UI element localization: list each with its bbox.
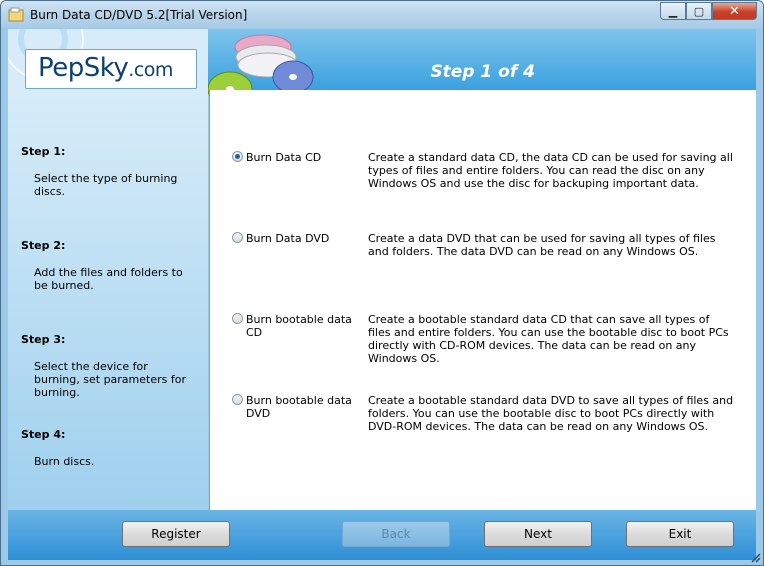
option-description: Create a standard data CD, the data CD c… — [368, 151, 733, 190]
step-4: Step 4: Burn discs. — [21, 428, 94, 468]
logo-suffix-text: .com — [128, 59, 173, 81]
step-title: Step 1 of 4 — [430, 62, 535, 82]
step-4-desc: Burn discs. — [34, 455, 95, 468]
step-3-desc: Select the device for burning, set param… — [34, 360, 186, 399]
step-2: Step 2: Add the files and folders to be … — [21, 239, 183, 292]
option-label[interactable]: Burn Data DVD — [246, 232, 358, 245]
app-window: Burn Data CD/DVD 5.2[Trial Version] ▁ ▢ … — [0, 0, 764, 566]
radio-burn-data-dvd[interactable] — [232, 232, 243, 243]
next-button[interactable]: Next — [484, 521, 592, 547]
minimize-icon[interactable]: ▁ — [660, 2, 686, 20]
resize-grip-icon[interactable] — [749, 551, 761, 563]
window-title: Burn Data CD/DVD 5.2[Trial Version] — [30, 8, 248, 22]
step-2-desc: Add the files and folders to be burned. — [34, 266, 183, 292]
step-3: Step 3: Select the device for burning, s… — [21, 333, 186, 399]
window-controls: ▁ ▢ ✕ — [660, 2, 757, 20]
maximize-icon[interactable]: ▢ — [686, 2, 712, 20]
option-description: Create a data DVD that can be used for s… — [368, 232, 716, 258]
button-bar: Register Back Next Exit — [8, 510, 756, 560]
logo-main-text: PepSky — [38, 53, 129, 83]
header-banner: PepSky.com Step 1 of 4 — [8, 29, 756, 107]
logo: PepSky.com — [25, 49, 197, 89]
app-icon — [8, 7, 24, 22]
radio-burn-bootable-cd[interactable] — [232, 313, 243, 324]
title-bar[interactable]: Burn Data CD/DVD 5.2[Trial Version] ▁ ▢ … — [1, 1, 763, 28]
register-button[interactable]: Register — [122, 521, 230, 547]
logo-area: PepSky.com — [8, 29, 208, 90]
option-description: Create a bootable standard data DVD to s… — [368, 394, 734, 433]
step-4-title: Step 4: — [21, 428, 66, 441]
option-label[interactable]: Burn bootable data DVD — [246, 394, 358, 420]
step-3-title: Step 3: — [21, 333, 66, 346]
step-1-desc: Select the type of burning discs. — [34, 172, 178, 198]
step-2-title: Step 2: — [21, 239, 66, 252]
back-button[interactable]: Back — [342, 521, 450, 547]
step-1: Step 1: Select the type of burning discs… — [21, 145, 177, 198]
steps-sidebar: Step 1: Select the type of burning discs… — [8, 90, 208, 510]
step-1-title: Step 1: — [21, 145, 66, 158]
close-icon[interactable]: ✕ — [712, 2, 757, 20]
radio-burn-bootable-dvd[interactable] — [232, 394, 243, 405]
radio-burn-data-cd[interactable] — [232, 151, 243, 162]
exit-button[interactable]: Exit — [626, 521, 734, 547]
option-label[interactable]: Burn Data CD — [246, 151, 358, 164]
options-panel: Burn Data CD Create a standard data CD, … — [209, 90, 756, 510]
option-label[interactable]: Burn bootable data CD — [246, 313, 358, 339]
option-description: Create a bootable standard data CD that … — [368, 313, 729, 365]
